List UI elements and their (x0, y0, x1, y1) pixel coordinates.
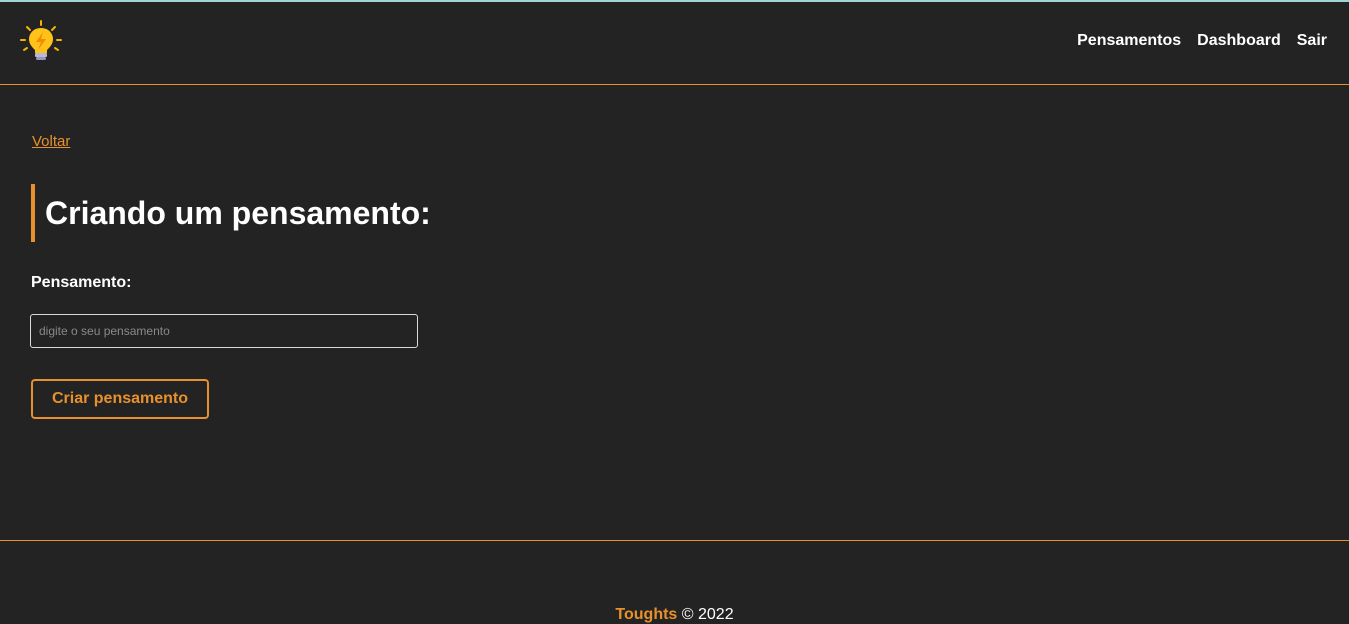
nav-menu: Pensamentos Dashboard Sair (1077, 32, 1327, 50)
page-title: Criando um pensamento: (45, 194, 431, 231)
footer-brand: Toughts (615, 606, 678, 623)
lightbulb-icon[interactable] (20, 20, 62, 62)
page-title-block: Criando um pensamento: (31, 184, 431, 242)
nav-link-dashboard[interactable]: Dashboard (1197, 32, 1281, 50)
back-link[interactable]: Voltar (32, 133, 70, 150)
navbar: Pensamentos Dashboard Sair (0, 2, 1349, 85)
create-thought-button[interactable]: Criar pensamento (31, 379, 209, 419)
footer-text: Toughts © 2022 (0, 606, 1349, 624)
footer: Toughts © 2022 (0, 540, 1349, 623)
nav-link-pensamentos[interactable]: Pensamentos (1077, 32, 1181, 50)
footer-copyright: © 2022 (681, 606, 734, 623)
nav-link-sair[interactable]: Sair (1297, 32, 1327, 50)
thought-field-label: Pensamento: (31, 274, 132, 291)
thought-input[interactable] (30, 314, 418, 348)
